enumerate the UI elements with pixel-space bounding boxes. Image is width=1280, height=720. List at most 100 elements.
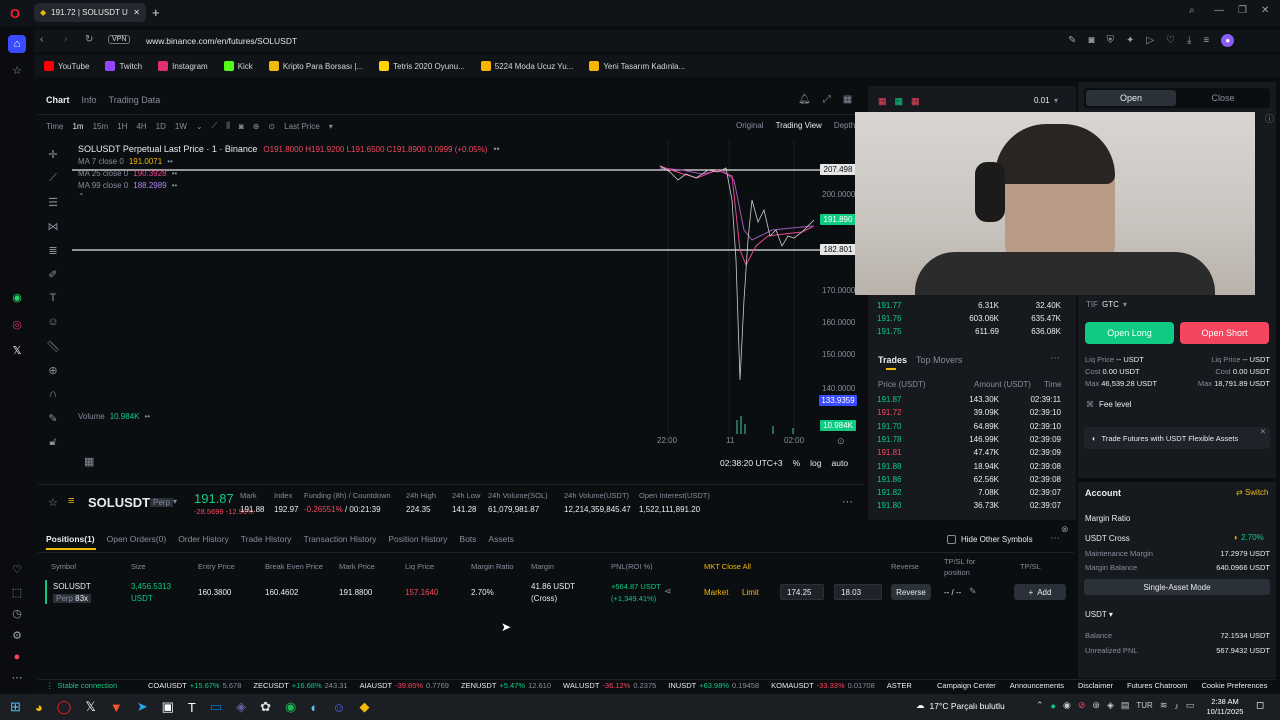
close-window-icon[interactable]: ✕: [1261, 5, 1269, 16]
forward-icon[interactable]: ›: [64, 34, 67, 45]
clock[interactable]: 2:38 AM 10/11/2025: [1205, 697, 1245, 717]
market-close-button[interactable]: Market: [704, 588, 728, 597]
crosshair-icon[interactable]: ✛: [40, 142, 66, 166]
status-ticker[interactable]: KOMAUSDT -33.33% 0.01708: [771, 681, 875, 690]
binance-icon[interactable]: ◆: [360, 699, 370, 715]
footer-link[interactable]: Futures Chatroom: [1127, 681, 1187, 690]
tab-trades[interactable]: Trades: [878, 355, 907, 365]
profile-icon[interactable]: ●: [1221, 34, 1235, 47]
x-icon[interactable]: 𝕏: [8, 341, 26, 359]
tick-size-select[interactable]: 0.01: [1034, 96, 1050, 105]
status-ticker[interactable]: WALUSDT -36.12% 0.2375: [563, 681, 656, 690]
app-icon[interactable]: ▭: [210, 699, 222, 715]
interval-1m[interactable]: 1m: [72, 122, 83, 131]
chevron-up-icon[interactable]: ⌃: [1036, 700, 1044, 711]
emoji-icon[interactable]: ☺: [40, 310, 66, 334]
expand-icon[interactable]: ⤢: [823, 94, 831, 105]
trendline-icon[interactable]: ⟋: [40, 166, 66, 190]
pattern-icon[interactable]: ⋈: [40, 214, 66, 238]
more-icon[interactable]: ⋯: [1050, 533, 1060, 544]
both-mode-icon[interactable]: ▦: [878, 96, 887, 107]
chrome-icon[interactable]: ◕: [35, 700, 43, 715]
volume-icon[interactable]: ♪: [1174, 701, 1179, 711]
collapse-icon[interactable]: ⌃: [78, 192, 500, 201]
footer-link[interactable]: Campaign Center: [937, 681, 996, 690]
download-icon[interactable]: ⤓: [1187, 35, 1191, 46]
info-icon[interactable]: ⓘ: [1265, 112, 1274, 125]
chatgpt-icon[interactable]: ✿: [260, 699, 271, 715]
brave-icon[interactable]: ▼: [110, 700, 123, 715]
tab-close-icon[interactable]: ✕: [133, 8, 140, 17]
bookmark-kripto[interactable]: Kripto Para Borsası |...: [268, 61, 363, 71]
ruler-icon[interactable]: 📏︎: [40, 334, 66, 358]
add-icon[interactable]: ⊕: [253, 122, 260, 131]
interval-15m[interactable]: 15m: [93, 122, 109, 131]
status-ticker[interactable]: COAIUSDT +15.67% 5.678: [148, 681, 241, 690]
brush-icon[interactable]: ✐: [40, 262, 66, 286]
bell-icon[interactable]: 🔔︎: [798, 94, 811, 105]
view-original[interactable]: Original: [736, 121, 764, 130]
back-icon[interactable]: ‹: [40, 34, 43, 45]
line-tool-icon[interactable]: ⟋: [212, 121, 218, 131]
more-icon[interactable]: ••: [493, 144, 499, 154]
share-icon[interactable]: ⋖: [664, 586, 672, 597]
camera-icon[interactable]: ◙: [239, 122, 244, 131]
wifi-icon[interactable]: ≋: [1160, 700, 1168, 711]
chevron-down-icon[interactable]: ⌄: [196, 122, 203, 131]
positions-tab[interactable]: Position History: [388, 534, 447, 544]
bids-mode-icon[interactable]: ▦: [895, 96, 904, 107]
open-short-button[interactable]: Open Short: [1180, 322, 1269, 344]
close-icon[interactable]: ✕: [1260, 427, 1266, 436]
footer-link[interactable]: Announcements: [1010, 681, 1064, 690]
positions-tab[interactable]: Assets: [488, 534, 514, 544]
positions-tab[interactable]: Order History: [178, 534, 229, 544]
status-ticker[interactable]: ZENUSDT +5.47% 12.610: [461, 681, 551, 690]
positions-tab[interactable]: Positions(1): [46, 534, 95, 544]
close-qty-input[interactable]: 18.03: [834, 584, 882, 600]
instagram-icon[interactable]: ◎: [8, 315, 26, 333]
address-bar[interactable]: www.binance.com/en/futures/SOLUSDT: [146, 36, 297, 46]
caret-down-icon[interactable]: ▾: [329, 122, 333, 131]
calendar-icon[interactable]: ▦: [84, 455, 94, 468]
extensions-icon[interactable]: ✦: [1126, 35, 1134, 46]
tab-trading-data[interactable]: Trading Data: [109, 95, 161, 105]
open-long-button[interactable]: Open Long: [1085, 322, 1174, 344]
star-icon[interactable]: ☆: [8, 61, 26, 79]
footer-link[interactable]: Cookie Preferences: [1201, 681, 1267, 690]
text-icon[interactable]: T: [40, 286, 66, 310]
x-icon[interactable]: 𝕏: [85, 699, 95, 715]
positions-tab[interactable]: Transaction History: [303, 534, 376, 544]
menu-icon[interactable]: ≡: [1203, 35, 1209, 46]
language-indicator[interactable]: TUR: [1136, 701, 1152, 710]
ticker-symbol[interactable]: SOLUSDT: [88, 495, 150, 510]
more-icon[interactable]: ••: [167, 157, 173, 166]
more-icon[interactable]: ••: [172, 169, 178, 178]
tab-top-movers[interactable]: Top Movers: [916, 355, 963, 365]
whatsapp-icon[interactable]: ◉: [8, 288, 26, 306]
pencil-icon[interactable]: ✎: [40, 406, 66, 430]
browser-tab[interactable]: ◆ 191.72 | SOLUSDT USD⊗ ✕: [34, 3, 146, 22]
vpn-badge[interactable]: VPN: [108, 35, 131, 44]
steam-icon[interactable]: ◐: [310, 700, 318, 715]
bookmark-twitch[interactable]: Twitch: [105, 61, 142, 71]
status-ticker[interactable]: ASTER: [887, 681, 912, 690]
positions-tab[interactable]: Bots: [459, 534, 476, 544]
notification-icon[interactable]: ◻: [1256, 700, 1264, 711]
more-icon[interactable]: ⋯: [8, 668, 26, 686]
interval-1w[interactable]: 1W: [175, 122, 187, 131]
positions-tab[interactable]: Open Orders(0): [107, 534, 167, 544]
usdt-select[interactable]: USDT ▾: [1085, 610, 1113, 619]
interval-1d[interactable]: 1D: [156, 122, 166, 131]
star-icon[interactable]: ☆: [48, 496, 58, 509]
more-icon[interactable]: ••: [145, 412, 151, 421]
bookmark-kick[interactable]: Kick: [223, 61, 253, 71]
status-ticker[interactable]: AIAUSDT -39.85% 0.7769: [360, 681, 449, 690]
checkbox-icon[interactable]: [947, 535, 956, 544]
telegram-icon[interactable]: ➤: [137, 699, 148, 715]
caret-down-icon[interactable]: ▾: [1054, 96, 1058, 105]
search-icon[interactable]: ⌕: [1189, 5, 1195, 16]
grid-icon[interactable]: ▦: [843, 94, 852, 105]
interval-4h[interactable]: 4H: [136, 122, 146, 131]
positions-tab[interactable]: Trade History: [241, 534, 292, 544]
spotify-icon[interactable]: ◉: [285, 699, 296, 715]
